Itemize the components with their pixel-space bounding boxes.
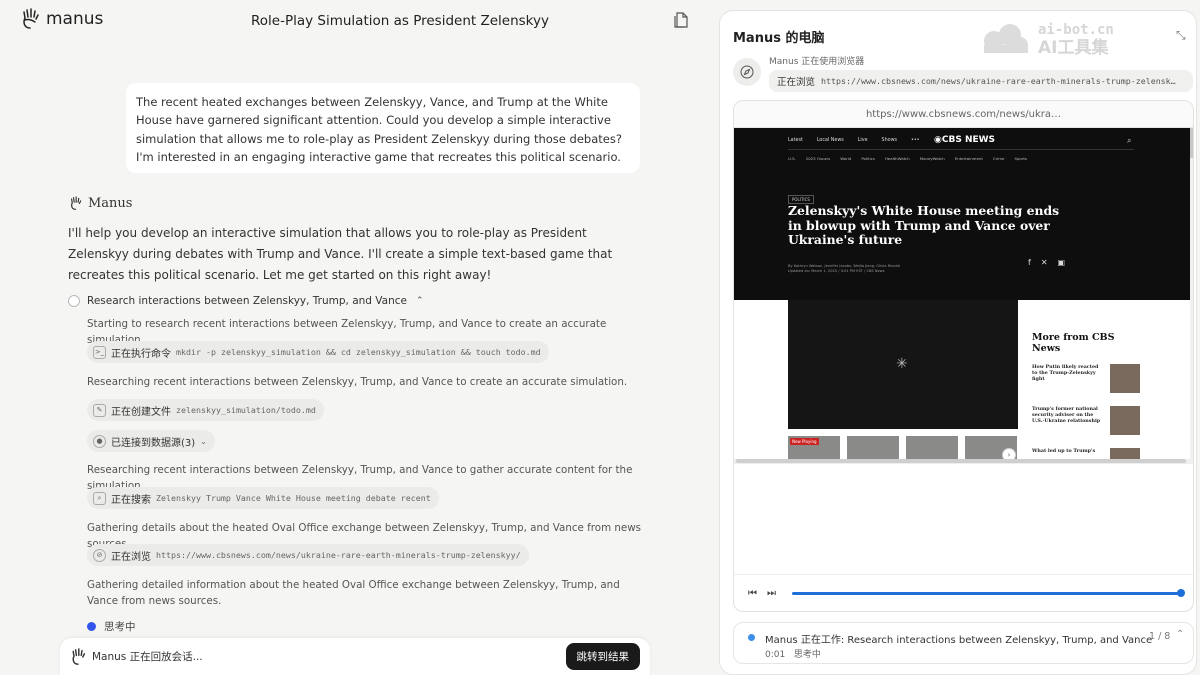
browser-view[interactable]: https://www.cbsnews.com/news/ukra… Lates… [733, 100, 1194, 612]
site-nav-primary: Latest Local News Live Shows ••• [788, 138, 920, 143]
search-icon: ⌕ [93, 491, 106, 505]
terminal-icon: >_ [93, 345, 106, 359]
step-text: Researching recent interactions between … [87, 376, 628, 388]
manus-logo[interactable]: manus [20, 8, 103, 30]
replay-bar: Manus 正在回放会话... 跳转到结果 [60, 638, 650, 675]
edit-file-icon: ✎ [93, 403, 106, 417]
assistant-name: Manus [88, 196, 133, 211]
panel-title: Manus 的电脑 [733, 31, 825, 46]
chevron-up-icon[interactable]: ⌃ [1176, 629, 1184, 640]
related-story: Trump's former national security adviser… [1032, 406, 1142, 435]
compass-icon [733, 58, 761, 86]
step-counter: 1 / 8 [1149, 631, 1171, 642]
webpage-screenshot[interactable]: Latest Local News Live Shows ••• ◉CBS NEWS ⌕… [734, 128, 1193, 464]
location-pin-icon: ● [93, 434, 106, 448]
playback-progress[interactable] [792, 589, 1185, 597]
replay-message: Manus 正在回放会话... [92, 651, 203, 663]
browsing-bar: 正在浏览 https://www.cbsnews.com/news/ukrain… [769, 70, 1193, 92]
flipboard-icon: ▣ [1057, 258, 1066, 267]
status-card[interactable]: Manus 正在工作: Research interactions betwee… [733, 622, 1194, 664]
url-bar: https://www.cbsnews.com/news/ukra… [734, 101, 1193, 128]
more-from-heading: More from CBS News [1032, 332, 1115, 354]
task-status-circle-icon [68, 295, 80, 307]
skip-back-icon[interactable]: ⏮ [748, 588, 757, 599]
article-byline: By Kathryn Watson, Jennifer Jacobs, Weij… [788, 264, 900, 273]
computer-panel: Manus 的电脑 ai-bot.cn AI工具集 ⤡ Manus 正在使用浏览… [719, 10, 1197, 675]
chevron-down-icon: ⌄ [200, 436, 207, 446]
story-image [1110, 406, 1140, 435]
watermark-logo-icon [984, 24, 1028, 53]
share-icons: f ✕ ▣ [1028, 258, 1065, 267]
watermark: ai-bot.cn AI工具集 [980, 21, 1114, 57]
story-image [1110, 364, 1140, 393]
datasource-pill[interactable]: ● 已连接到数据源(3) ⌄ [87, 430, 215, 452]
step-text: Gathering detailed information about the… [87, 579, 620, 607]
task-header[interactable]: Research interactions between Zelenskyy,… [68, 295, 424, 307]
browser-usage-label: Manus 正在使用浏览器 [769, 57, 865, 67]
search-pill[interactable]: ⌕ 正在搜索 Zelenskyy Trump Vance White House… [87, 487, 439, 509]
page-title: Role-Play Simulation as President Zelens… [251, 13, 549, 29]
thinking-dot-icon [87, 622, 96, 631]
skip-forward-icon[interactable]: ⏭ [767, 588, 776, 599]
status-text: Manus 正在工作: Research interactions betwee… [765, 635, 1153, 646]
vertical-scrollbar[interactable] [1190, 128, 1193, 464]
thinking-indicator: 思考中 [87, 619, 136, 634]
minimize-icon[interactable]: ⤡ [1176, 28, 1186, 43]
related-story: How Putin likely reacted to the Trump-Ze… [1032, 364, 1142, 393]
chevron-up-icon: ⌃ [416, 296, 424, 306]
file-pill[interactable]: ✎ 正在创建文件 zelenskyy_simulation/todo.md [87, 399, 324, 421]
site-nav-secondary: U.S. 2025 Oscars World Politics HealthWatch M… [788, 156, 1027, 161]
status-time: 0:01 思考中 [765, 650, 821, 660]
browse-pill[interactable]: ⊘ 正在浏览 https://www.cbsnews.com/news/ukra… [87, 544, 529, 566]
cbs-eye-icon: ◉ [934, 135, 942, 145]
jump-to-result-button[interactable]: 跳转到结果 [565, 643, 640, 670]
loading-spinner-icon: ✳ [896, 356, 908, 372]
manus-icon [71, 196, 82, 210]
x-icon: ✕ [1040, 258, 1048, 267]
manus-logo-icon [23, 8, 39, 29]
progress-knob[interactable] [1177, 589, 1185, 597]
facebook-icon: f [1028, 258, 1031, 267]
site-search-icon: ⌕ [1127, 136, 1132, 145]
manus-icon [72, 647, 86, 665]
playback-controls: ⏮ ⏭ [734, 574, 1193, 611]
compass-icon: ⊘ [93, 548, 106, 562]
status-dot-icon [748, 634, 755, 641]
logo-text: manus [46, 9, 104, 29]
command-pill[interactable]: >_ 正在执行命令 mkdir -p zelenskyy_simulation … [87, 341, 549, 363]
cbs-logo: ◉CBS NEWS [934, 135, 996, 145]
article-headline: Zelenskyy's White House meeting ends in … [788, 203, 1060, 247]
assistant-intro: I'll help you develop an interactive sim… [68, 226, 613, 282]
document-icon[interactable] [674, 12, 688, 32]
task-title: Research interactions between Zelenskyy,… [87, 295, 407, 307]
user-message: The recent heated exchanges between Zele… [126, 83, 640, 173]
nav-divider [788, 149, 1134, 150]
assistant-header: Manus [69, 196, 132, 211]
horizontal-scrollbar[interactable] [734, 459, 1190, 464]
